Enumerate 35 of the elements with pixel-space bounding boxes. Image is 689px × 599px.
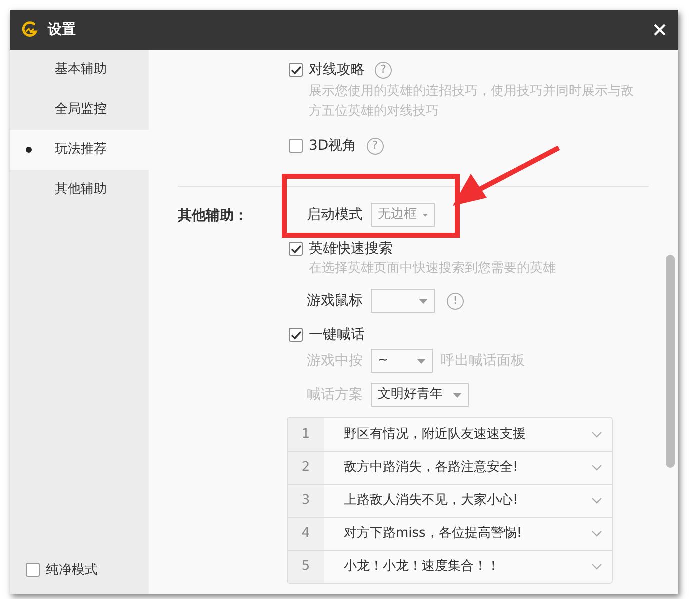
option-label: 一键喊话 xyxy=(309,326,365,344)
field-label: 呼出喊话面板 xyxy=(441,352,525,370)
option-description: 在选择英雄页面中快速搜索到您需要的英雄 xyxy=(308,260,557,278)
phrase-row[interactable]: 4 对方下路miss，各位提高警惕! xyxy=(288,517,612,550)
window-title: 设置 xyxy=(48,20,76,40)
row-number: 4 xyxy=(288,518,324,550)
sidebar-item[interactable]: 玩法推荐 xyxy=(10,130,149,170)
sidebar-item[interactable]: 其他辅助 xyxy=(10,170,149,210)
field-label: 启动模式 xyxy=(307,206,363,224)
field-label: 游戏中按 xyxy=(307,352,363,370)
field-label: 喊话方案 xyxy=(307,386,363,404)
phrase-row[interactable]: 1 野区有情况，附近队友速速支援 xyxy=(288,418,612,451)
phrase-row[interactable]: 3 上路敌人消失不见，大家小心! xyxy=(288,484,612,517)
phrase-text: 野区有情况，附近队友速速支援 xyxy=(343,426,527,444)
hotkey-dropdown[interactable]: ~ xyxy=(371,349,433,373)
option-label: 对线攻略 xyxy=(309,60,365,80)
field-label: 游戏鼠标 xyxy=(307,292,363,310)
phrase-row[interactable]: 5 小龙！小龙！速度集合！！ xyxy=(288,550,612,583)
option-description: 展示您使用的英雄的连招技巧，使用技巧并同时展示与敌方五位英雄的对线技巧 xyxy=(308,83,635,121)
phrase-row[interactable]: 2 敌方中路消失，各路注意安全! xyxy=(288,451,612,484)
row-number: 5 xyxy=(288,551,324,583)
option-label: 英雄快速搜索 xyxy=(309,240,393,258)
row-number: 2 xyxy=(288,452,324,484)
option-label: 纯净模式 xyxy=(46,562,98,580)
phrase-text: 小龙！小龙！速度集合！！ xyxy=(343,558,501,576)
phrase-text: 敌方中路消失，各路注意安全! xyxy=(343,459,520,478)
scheme-dropdown[interactable]: 文明好青年 xyxy=(371,383,469,407)
phrase-text: 对方下路miss，各位提高警惕! xyxy=(343,525,524,544)
sidebar-item[interactable]: 基本辅助 xyxy=(10,50,149,90)
section-heading: 其他辅助： xyxy=(178,207,249,226)
row-number: 1 xyxy=(288,418,324,451)
sidebar-item[interactable]: 全局监控 xyxy=(10,90,149,130)
option-label: 3D视角 xyxy=(309,136,357,156)
phrase-text: 上路敌人消失不见，大家小心! xyxy=(343,492,520,510)
row-number: 3 xyxy=(288,485,324,517)
